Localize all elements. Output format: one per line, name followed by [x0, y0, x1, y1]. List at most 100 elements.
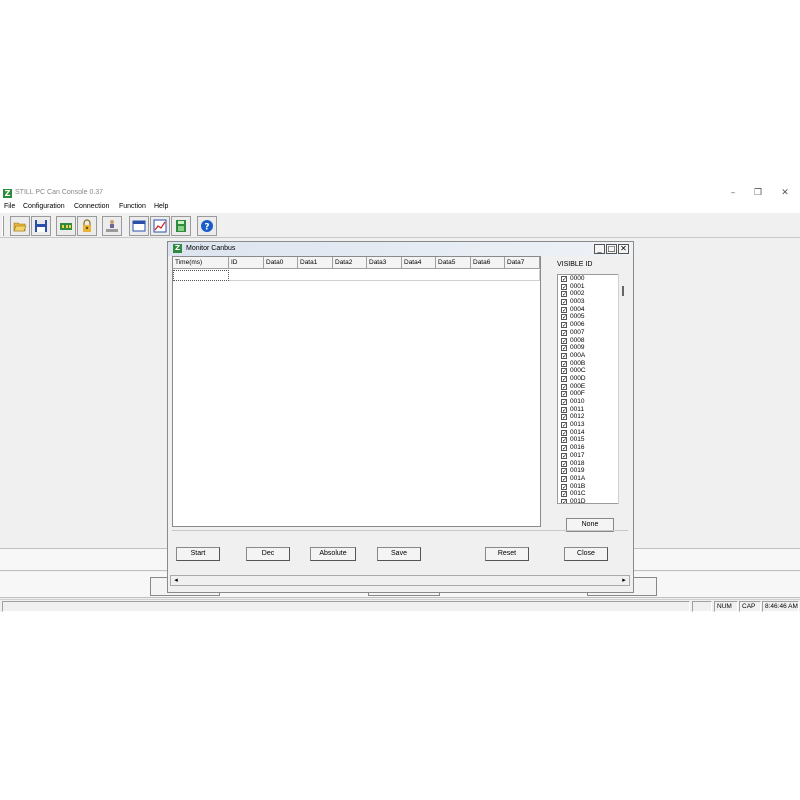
- message-grid[interactable]: Time(ms) ID Data0 Data1 Data2 Data3 Data…: [172, 256, 541, 527]
- menu-function[interactable]: Function: [119, 203, 146, 210]
- checkbox-checked-icon[interactable]: ✓: [561, 422, 567, 429]
- checkbox-checked-icon[interactable]: ✓: [561, 445, 567, 452]
- checkbox-checked-icon[interactable]: ✓: [561, 406, 567, 413]
- visible-id-label-text: 000F: [570, 390, 585, 398]
- checkbox-checked-icon[interactable]: ✓: [561, 475, 567, 482]
- minimize-button[interactable]: –: [723, 187, 743, 200]
- checkbox-checked-icon[interactable]: ✓: [561, 498, 567, 503]
- lock-button[interactable]: [77, 216, 97, 236]
- scroll-right-arrow-icon[interactable]: ▸: [619, 576, 629, 585]
- status-bar: NUM CAP 8:46:46 AM: [0, 599, 800, 612]
- dialog-maximize-button[interactable]: □: [606, 244, 617, 254]
- column-header[interactable]: ID: [229, 257, 264, 269]
- menu-bar: File Configuration Connection Function H…: [0, 201, 800, 213]
- chart-button[interactable]: [150, 216, 170, 236]
- visible-id-label: VISIBLE ID: [557, 261, 593, 268]
- checkbox-checked-icon[interactable]: ✓: [561, 383, 567, 390]
- checkbox-checked-icon[interactable]: ✓: [561, 437, 567, 444]
- visible-id-label-text: 000A: [570, 351, 586, 359]
- menu-connection[interactable]: Connection: [74, 203, 109, 210]
- visible-id-label-text: 000D: [570, 374, 586, 382]
- help-button[interactable]: ?: [197, 216, 217, 236]
- table-row[interactable]: [173, 270, 540, 281]
- network-button[interactable]: [102, 216, 122, 236]
- checkbox-checked-icon[interactable]: ✓: [561, 345, 567, 352]
- horizontal-scrollbar[interactable]: ◂ ▸: [170, 575, 630, 586]
- checkbox-checked-icon[interactable]: ✓: [561, 283, 567, 290]
- checkbox-checked-icon[interactable]: ✓: [561, 375, 567, 382]
- maximize-button[interactable]: ❐: [748, 187, 768, 200]
- svg-text:?: ?: [204, 223, 209, 233]
- window-icon: [132, 220, 146, 232]
- visible-id-label-text: 0011: [570, 405, 584, 413]
- visible-id-label-text: 0006: [570, 321, 585, 329]
- status-time: 8:46:46 AM: [762, 601, 799, 612]
- status-pane-empty: [692, 601, 712, 612]
- visible-id-label-text: 001C: [570, 490, 586, 498]
- visible-id-label-text: 0007: [570, 328, 585, 336]
- chart-icon: [153, 219, 167, 233]
- visible-id-label-text: 0013: [570, 421, 585, 429]
- save-log-button[interactable]: Save: [377, 547, 421, 561]
- column-header[interactable]: Data7: [505, 257, 540, 269]
- save-button[interactable]: [31, 216, 51, 236]
- checkbox-checked-icon[interactable]: ✓: [561, 460, 567, 467]
- window-button[interactable]: [129, 216, 149, 236]
- column-header[interactable]: Data1: [298, 257, 333, 269]
- visible-id-scrollbar[interactable]: [618, 274, 629, 504]
- checkbox-checked-icon[interactable]: ✓: [561, 322, 567, 329]
- column-header[interactable]: Time(ms): [173, 257, 229, 269]
- help-icon: ?: [201, 220, 213, 233]
- app-logo-icon: Z: [3, 189, 12, 198]
- checkbox-checked-icon[interactable]: ✓: [561, 329, 567, 336]
- table-cell[interactable]: [229, 270, 540, 281]
- checkbox-checked-icon[interactable]: ✓: [561, 468, 567, 475]
- absolute-button[interactable]: Absolute: [310, 547, 356, 561]
- dialog-minimize-button[interactable]: _: [594, 244, 605, 254]
- column-header[interactable]: Data6: [471, 257, 505, 269]
- calculator-icon: [176, 220, 186, 232]
- can-interface-button[interactable]: [56, 216, 76, 236]
- menu-configuration[interactable]: Configuration: [23, 203, 65, 210]
- toolbar-grip[interactable]: [2, 216, 4, 236]
- checkbox-checked-icon[interactable]: ✓: [561, 414, 567, 421]
- menu-help[interactable]: Help: [154, 203, 168, 210]
- open-button[interactable]: [10, 216, 30, 236]
- checkbox-checked-icon[interactable]: ✓: [561, 368, 567, 375]
- checkbox-checked-icon[interactable]: ✓: [561, 452, 567, 459]
- scroll-thumb[interactable]: [622, 286, 624, 296]
- column-header[interactable]: Data4: [402, 257, 436, 269]
- start-button[interactable]: Start: [176, 547, 220, 561]
- scroll-left-arrow-icon[interactable]: ◂: [171, 576, 181, 585]
- checkbox-checked-icon[interactable]: ✓: [561, 352, 567, 359]
- column-header[interactable]: Data5: [436, 257, 471, 269]
- checkbox-checked-icon[interactable]: ✓: [561, 491, 567, 498]
- close-dialog-button[interactable]: Close: [564, 547, 608, 561]
- visible-id-label-text: 0004: [570, 305, 585, 313]
- checkbox-checked-icon[interactable]: ✓: [561, 306, 567, 313]
- checkbox-checked-icon[interactable]: ✓: [561, 314, 567, 321]
- checkbox-checked-icon[interactable]: ✓: [561, 360, 567, 367]
- network-icon: [106, 220, 118, 232]
- table-cell-selected[interactable]: [173, 270, 229, 281]
- column-header[interactable]: Data2: [333, 257, 367, 269]
- visible-id-label-text: 001A: [570, 474, 586, 482]
- dialog-title-bar[interactable]: Z Monitor Canbus _ □ ✕: [168, 242, 633, 256]
- close-button[interactable]: ✕: [775, 187, 795, 200]
- dialog-close-button[interactable]: ✕: [618, 244, 629, 254]
- checkbox-checked-icon[interactable]: ✓: [561, 483, 567, 490]
- calculator-button[interactable]: [171, 216, 191, 236]
- checkbox-checked-icon[interactable]: ✓: [561, 337, 567, 344]
- dec-button[interactable]: Dec: [246, 547, 290, 561]
- checkbox-checked-icon[interactable]: ✓: [561, 391, 567, 398]
- checkbox-checked-icon[interactable]: ✓: [561, 291, 567, 298]
- column-header[interactable]: Data3: [367, 257, 402, 269]
- visible-id-label-text: 0003: [570, 298, 585, 306]
- checkbox-checked-icon[interactable]: ✓: [561, 429, 567, 436]
- column-header[interactable]: Data0: [264, 257, 298, 269]
- reset-button[interactable]: Reset: [485, 547, 529, 561]
- checkbox-checked-icon[interactable]: ✓: [561, 299, 567, 306]
- menu-file[interactable]: File: [4, 203, 15, 210]
- checkbox-checked-icon[interactable]: ✓: [561, 399, 567, 406]
- checkbox-checked-icon[interactable]: ✓: [561, 276, 567, 283]
